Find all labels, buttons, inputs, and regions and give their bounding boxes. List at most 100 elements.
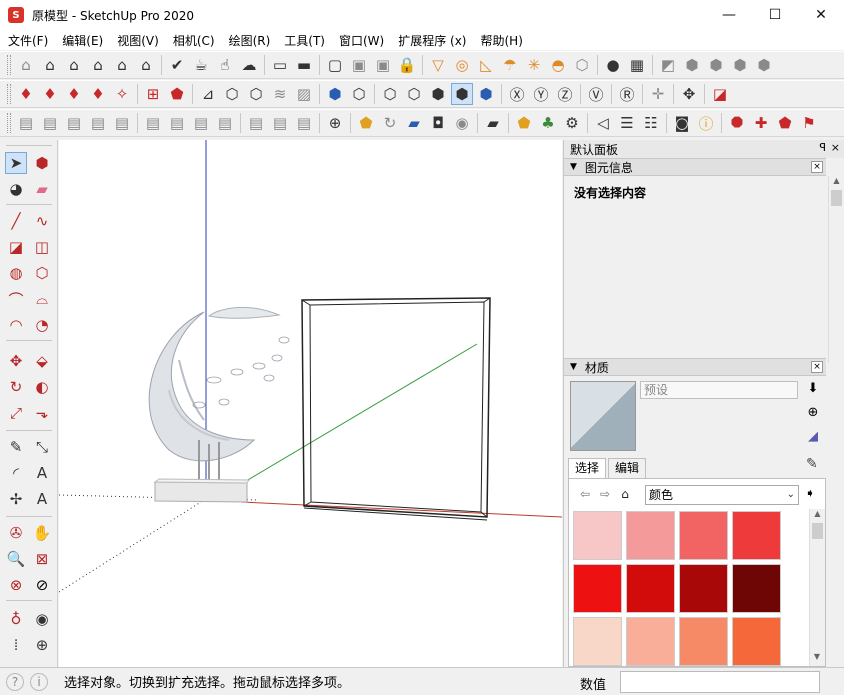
export-icon-12[interactable]: ▤ — [293, 112, 315, 134]
polygon-tool-icon[interactable]: ⬡ — [31, 262, 53, 284]
freehand-tool-icon[interactable]: ∿ — [31, 210, 53, 232]
axes-tool-icon[interactable]: ✢ — [5, 488, 27, 510]
globe-icon[interactable]: ⊕ — [324, 112, 346, 134]
menu-camera[interactable]: 相机(C) — [169, 32, 219, 49]
cube-1-icon[interactable]: ⬢ — [681, 54, 703, 76]
protractor-icon[interactable]: ◜ — [5, 462, 27, 484]
material-swatch[interactable] — [679, 617, 728, 666]
hatch-icon[interactable]: ▨ — [293, 83, 315, 105]
menu-tools[interactable]: 工具(T) — [280, 32, 329, 49]
rotated-rectangle-icon[interactable]: ◫ — [31, 236, 53, 258]
house-icon[interactable]: ⌂ — [39, 54, 61, 76]
tab-edit[interactable]: 编辑 — [608, 458, 647, 478]
tree-icon[interactable]: ♣ — [537, 112, 559, 134]
minimize-button[interactable]: — — [706, 0, 752, 30]
orbit-tool-icon[interactable]: ✇ — [5, 522, 27, 544]
close-button[interactable]: ✕ — [798, 0, 844, 30]
lock-icon[interactable]: 🔒 — [396, 54, 418, 76]
menu-extensions[interactable]: 扩展程序 (x) — [394, 32, 470, 49]
style-shaded-icon[interactable]: ⬢ — [427, 83, 449, 105]
menu-file[interactable]: 文件(F) — [4, 32, 52, 49]
scroll-thumb[interactable] — [831, 190, 842, 206]
check-icon[interactable]: ✔ — [166, 54, 188, 76]
eraser-icon[interactable]: ▰ — [31, 178, 53, 200]
sphere-icon[interactable]: ● — [602, 54, 624, 76]
ruby-gem-icon[interactable]: ♦ — [15, 83, 37, 105]
collapse-arrow-icon[interactable]: ▼ — [570, 362, 577, 372]
material-swatch[interactable] — [679, 564, 728, 613]
3d-text-icon[interactable]: A — [31, 488, 53, 510]
triangle-ruler-icon[interactable]: ◺ — [475, 54, 497, 76]
camera-icon[interactable]: ◉ — [451, 112, 473, 134]
house-outline-icon[interactable]: ⌂ — [87, 54, 109, 76]
storage-icon[interactable]: ⌂ — [135, 54, 157, 76]
look-around-icon[interactable]: ◉ — [31, 608, 53, 630]
home-view-icon[interactable]: ⌂ — [63, 54, 85, 76]
material-swatch[interactable] — [732, 511, 781, 560]
style-wireframe-icon[interactable]: ⬡ — [379, 83, 401, 105]
rotate-v-icon[interactable]: Ⓥ — [585, 83, 607, 105]
export-icon-11[interactable]: ▤ — [269, 112, 291, 134]
follow-me-icon[interactable]: ◐ — [31, 376, 53, 398]
rotate-tool-icon[interactable]: ↻ — [5, 376, 27, 398]
move-arrows-icon[interactable]: ✥ — [678, 83, 700, 105]
material-category-select[interactable]: 颜色 ⌄ — [645, 485, 799, 505]
dome-icon[interactable]: ◓ — [547, 54, 569, 76]
add-material-icon[interactable]: ⊕ — [804, 403, 822, 421]
previous-view-icon[interactable]: ⊘ — [31, 574, 53, 596]
material-swatch[interactable] — [626, 511, 675, 560]
collapse-arrow-icon[interactable]: ▼ — [570, 162, 577, 172]
style-monochrome-icon[interactable]: ⬢ — [475, 83, 497, 105]
shield-add-icon[interactable]: ⬟ — [513, 112, 535, 134]
umbrella-icon[interactable]: ☂ — [499, 54, 521, 76]
ruby-arrow-icon[interactable]: ♦ — [39, 83, 61, 105]
entity-info-close-icon[interactable]: × — [811, 161, 823, 173]
menu-view[interactable]: 视图(V) — [113, 32, 163, 49]
section-plane-tool-icon[interactable]: ⊕ — [31, 634, 53, 656]
section-plane-icon[interactable]: ⊿ — [197, 83, 219, 105]
export-icon-7[interactable]: ▤ — [166, 112, 188, 134]
scene-icon[interactable]: ▣ — [348, 54, 370, 76]
grass-icon[interactable]: ≋ — [269, 83, 291, 105]
rotate-x-icon[interactable]: Ⓧ — [506, 83, 528, 105]
hand-cursor-icon[interactable]: ☝ — [214, 54, 236, 76]
scroll-thumb[interactable] — [812, 523, 823, 539]
create-material-icon[interactable]: ⬇ — [804, 379, 822, 397]
export-icon-5[interactable]: ▤ — [111, 112, 133, 134]
export-icon-3[interactable]: ▤ — [63, 112, 85, 134]
select-tool-icon[interactable]: ➤ — [5, 152, 27, 174]
zoom-tool-icon[interactable]: 🔍 — [5, 548, 27, 570]
circle-tool-icon[interactable]: ◍ — [5, 262, 27, 284]
paint-bucket-red-icon[interactable]: ◪ — [709, 83, 731, 105]
pin-icon[interactable]: ꟼ — [819, 141, 826, 154]
details-arrow-icon[interactable]: ➧ — [805, 486, 815, 500]
material-preview-swatch[interactable] — [570, 381, 636, 451]
cube-3-icon[interactable]: ⬢ — [729, 54, 751, 76]
car-icon[interactable]: ▰ — [403, 112, 425, 134]
pie-tool-icon[interactable]: ◔ — [31, 314, 53, 336]
walk-tool-icon[interactable]: ⦙ — [5, 634, 27, 656]
red-move-icon[interactable]: ✚ — [750, 112, 772, 134]
scene-add-icon[interactable]: ▣ — [372, 54, 394, 76]
tape-measure-icon[interactable]: ✎ — [5, 436, 27, 458]
export-icon-9[interactable]: ▤ — [214, 112, 236, 134]
ruby-refresh-icon[interactable]: ♦ — [87, 83, 109, 105]
scroll-down-icon[interactable]: ▼ — [810, 652, 824, 666]
component-icon[interactable]: ▦ — [626, 54, 648, 76]
slice-icon[interactable]: ◩ — [657, 54, 679, 76]
arc-tool-icon[interactable]: ⌒ — [5, 288, 27, 310]
materials-close-icon[interactable]: × — [811, 361, 823, 373]
info-icon[interactable]: ⓘ — [695, 112, 717, 134]
circle-target-icon[interactable]: ◎ — [451, 54, 473, 76]
measurements-input[interactable] — [620, 671, 820, 693]
export-icon-10[interactable]: ▤ — [245, 112, 267, 134]
export-icon-6[interactable]: ▤ — [142, 112, 164, 134]
zoom-window-icon[interactable]: ⊠ — [31, 548, 53, 570]
material-swatch[interactable] — [732, 564, 781, 613]
material-swatch[interactable] — [626, 617, 675, 666]
rotate-y-icon[interactable]: Ⓨ — [530, 83, 552, 105]
tab-select[interactable]: 选择 — [568, 458, 607, 478]
box-icon[interactable]: ⬡ — [221, 83, 243, 105]
style-textured-icon[interactable]: ⬢ — [451, 83, 473, 105]
toolbar-grip[interactable] — [7, 55, 11, 75]
